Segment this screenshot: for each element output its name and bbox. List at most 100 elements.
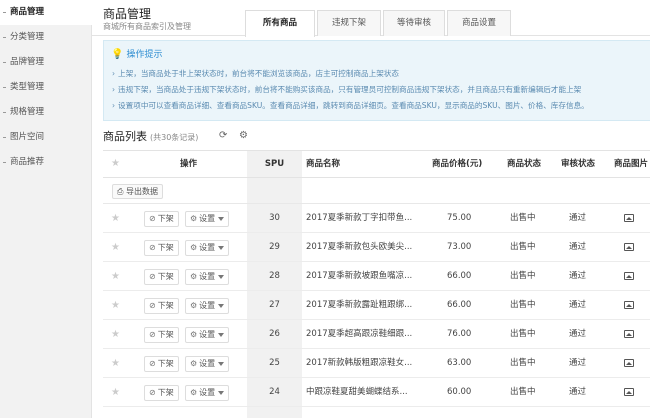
- sidebar-item-category[interactable]: 分类管理: [0, 25, 91, 50]
- bullet-icon: [3, 162, 6, 163]
- settings-dropdown[interactable]: ⚙ 设置: [185, 211, 230, 227]
- star-header-icon[interactable]: ★: [111, 151, 120, 177]
- price-cell: 66.00: [447, 271, 472, 281]
- star-icon[interactable]: ★: [111, 320, 120, 349]
- tab-all-goods[interactable]: 所有商品: [245, 10, 315, 37]
- gear-icon: ⚙: [190, 359, 198, 368]
- table-row: ★ ⊘ 下架 ⚙ 设置 26 2017夏季超高跟凉鞋细跟... 76.00 出售中 通过: [103, 320, 650, 349]
- audit-cell: 通过: [569, 300, 587, 310]
- settings-dropdown[interactable]: ⚙ 设置: [185, 269, 230, 285]
- bullet-icon: [3, 37, 6, 38]
- settings-dropdown[interactable]: ⚙ 设置: [185, 356, 230, 372]
- spu-cell: 28: [269, 271, 280, 281]
- sidebar-item-brand[interactable]: 品牌管理: [0, 50, 91, 75]
- goods-table: ★ 操作 SPU 商品名称 商品价格(元) 商品状态 审核状态 商品图片 ⎙ 导…: [103, 150, 650, 418]
- sidebar-item-images[interactable]: 图片空间: [0, 125, 91, 150]
- spu-cell: 25: [269, 358, 280, 368]
- status-cell: 出售中: [510, 329, 536, 339]
- tab-violation[interactable]: 违规下架: [317, 10, 381, 36]
- image-icon[interactable]: [624, 242, 634, 251]
- image-icon[interactable]: [624, 213, 634, 222]
- name-cell[interactable]: 2017夏季新款坡跟鱼嘴凉...: [306, 262, 412, 291]
- gear-icon: ⚙: [190, 330, 198, 339]
- sidebar-item-label: 商品推荐: [10, 157, 45, 167]
- off-shelf-button[interactable]: ⊘ 下架: [144, 327, 179, 343]
- name-cell[interactable]: 2017夏季新款露趾粗跟绑...: [306, 291, 412, 320]
- column-header-price: 商品价格(元): [432, 159, 483, 169]
- gear-icon[interactable]: ⚙: [239, 130, 248, 141]
- tab-pending[interactable]: 等待审核: [383, 10, 445, 36]
- star-icon[interactable]: ★: [111, 204, 120, 233]
- star-icon[interactable]: ★: [111, 262, 120, 291]
- column-header-operation: 操作: [180, 159, 198, 169]
- sidebar-item-label: 图片空间: [10, 132, 45, 142]
- bullet-icon: ›: [112, 85, 116, 94]
- tab-settings[interactable]: 商品设置: [447, 10, 511, 36]
- off-shelf-button[interactable]: ⊘ 下架: [144, 385, 179, 401]
- settings-dropdown[interactable]: ⚙ 设置: [185, 327, 230, 343]
- name-cell[interactable]: 2017夏季新款包头欧美尖...: [306, 233, 412, 262]
- table-body: ★ ⊘ 下架 ⚙ 设置 30 2017夏季新款丁字扣带鱼... 75.00 出售中 通过 ★ ⊘ 下架 ⚙…: [103, 204, 650, 407]
- tip-title[interactable]: 💡 操作提示: [111, 47, 162, 60]
- gear-icon: ⚙: [190, 388, 198, 397]
- settings-dropdown[interactable]: ⚙ 设置: [185, 298, 230, 314]
- image-cell: [624, 349, 634, 378]
- image-icon[interactable]: [624, 387, 634, 396]
- off-shelf-button[interactable]: ⊘ 下架: [144, 269, 179, 285]
- name-cell[interactable]: 中跟凉鞋夏甜美蝴蝶结系...: [306, 378, 408, 407]
- star-icon[interactable]: ★: [111, 349, 120, 378]
- status-cell: 出售中: [510, 271, 536, 281]
- price-cell: 66.00: [447, 300, 472, 310]
- record-count: (共30条记录): [150, 133, 199, 142]
- image-icon[interactable]: [624, 300, 634, 309]
- star-icon[interactable]: ★: [111, 378, 120, 407]
- gear-icon: ⚙: [190, 214, 198, 223]
- column-header-spu[interactable]: SPU: [247, 151, 302, 177]
- list-title: 商品列表 (共30条记录): [103, 130, 199, 143]
- refresh-icon[interactable]: ⟳: [219, 130, 227, 141]
- star-icon[interactable]: ★: [111, 291, 120, 320]
- status-cell: 出售中: [510, 213, 536, 223]
- caret-down-icon: [218, 303, 225, 308]
- sidebar-item-label: 规格管理: [10, 107, 45, 117]
- image-cell: [624, 204, 634, 233]
- price-cell: 63.00: [447, 358, 472, 368]
- caret-down-icon: [218, 216, 225, 221]
- name-cell[interactable]: 2017夏季新款丁字扣带鱼...: [306, 204, 412, 233]
- image-cell: [624, 320, 634, 349]
- ban-icon: ⊘: [149, 272, 156, 281]
- off-shelf-button[interactable]: ⊘ 下架: [144, 298, 179, 314]
- sidebar-item-spec[interactable]: 规格管理: [0, 100, 91, 125]
- name-cell[interactable]: 2017新款韩版粗跟凉鞋女...: [306, 349, 412, 378]
- export-icon: ⎙: [117, 187, 124, 196]
- spu-cell: 26: [269, 329, 280, 339]
- settings-dropdown[interactable]: ⚙ 设置: [185, 385, 230, 401]
- star-icon[interactable]: ★: [111, 233, 120, 262]
- sidebar-item-label: 品牌管理: [10, 57, 45, 67]
- off-shelf-button[interactable]: ⊘ 下架: [144, 211, 179, 227]
- sidebar-item-recommend[interactable]: 商品推荐: [0, 150, 91, 175]
- sidebar-item-goods[interactable]: 商品管理: [0, 0, 92, 25]
- caret-down-icon: [218, 332, 225, 337]
- sidebar-item-label: 类型管理: [10, 82, 45, 92]
- spu-cell: 27: [269, 300, 280, 310]
- gear-icon: ⚙: [190, 243, 198, 252]
- ban-icon: ⊘: [149, 388, 156, 397]
- image-icon[interactable]: [624, 358, 634, 367]
- export-button[interactable]: ⎙ 导出数据: [112, 184, 163, 199]
- off-shelf-button[interactable]: ⊘ 下架: [144, 356, 179, 372]
- image-icon[interactable]: [624, 329, 634, 338]
- price-cell: 76.00: [447, 329, 472, 339]
- name-cell[interactable]: 2017夏季超高跟凉鞋细跟...: [306, 320, 412, 349]
- bullet-icon: [3, 137, 6, 138]
- table-row: ★ ⊘ 下架 ⚙ 设置 30 2017夏季新款丁字扣带鱼... 75.00 出售中 通过: [103, 204, 650, 233]
- sidebar-item-type[interactable]: 类型管理: [0, 75, 91, 100]
- table-row: ★ ⊘ 下架 ⚙ 设置 24 中跟凉鞋夏甜美蝴蝶结系... 60.00 出售中 通过: [103, 378, 650, 407]
- image-icon[interactable]: [624, 271, 634, 280]
- tip-line: › 设置项中可以查看商品详细、查看商品SKU。查看商品详细，跳转到商品详细页。查看…: [112, 101, 589, 110]
- settings-dropdown[interactable]: ⚙ 设置: [185, 240, 230, 256]
- off-shelf-button[interactable]: ⊘ 下架: [144, 240, 179, 256]
- ban-icon: ⊘: [149, 330, 156, 339]
- table-row: ★ ⊘ 下架 ⚙ 设置 27 2017夏季新款露趾粗跟绑... 66.00 出售中 通过: [103, 291, 650, 320]
- status-cell: 出售中: [510, 242, 536, 252]
